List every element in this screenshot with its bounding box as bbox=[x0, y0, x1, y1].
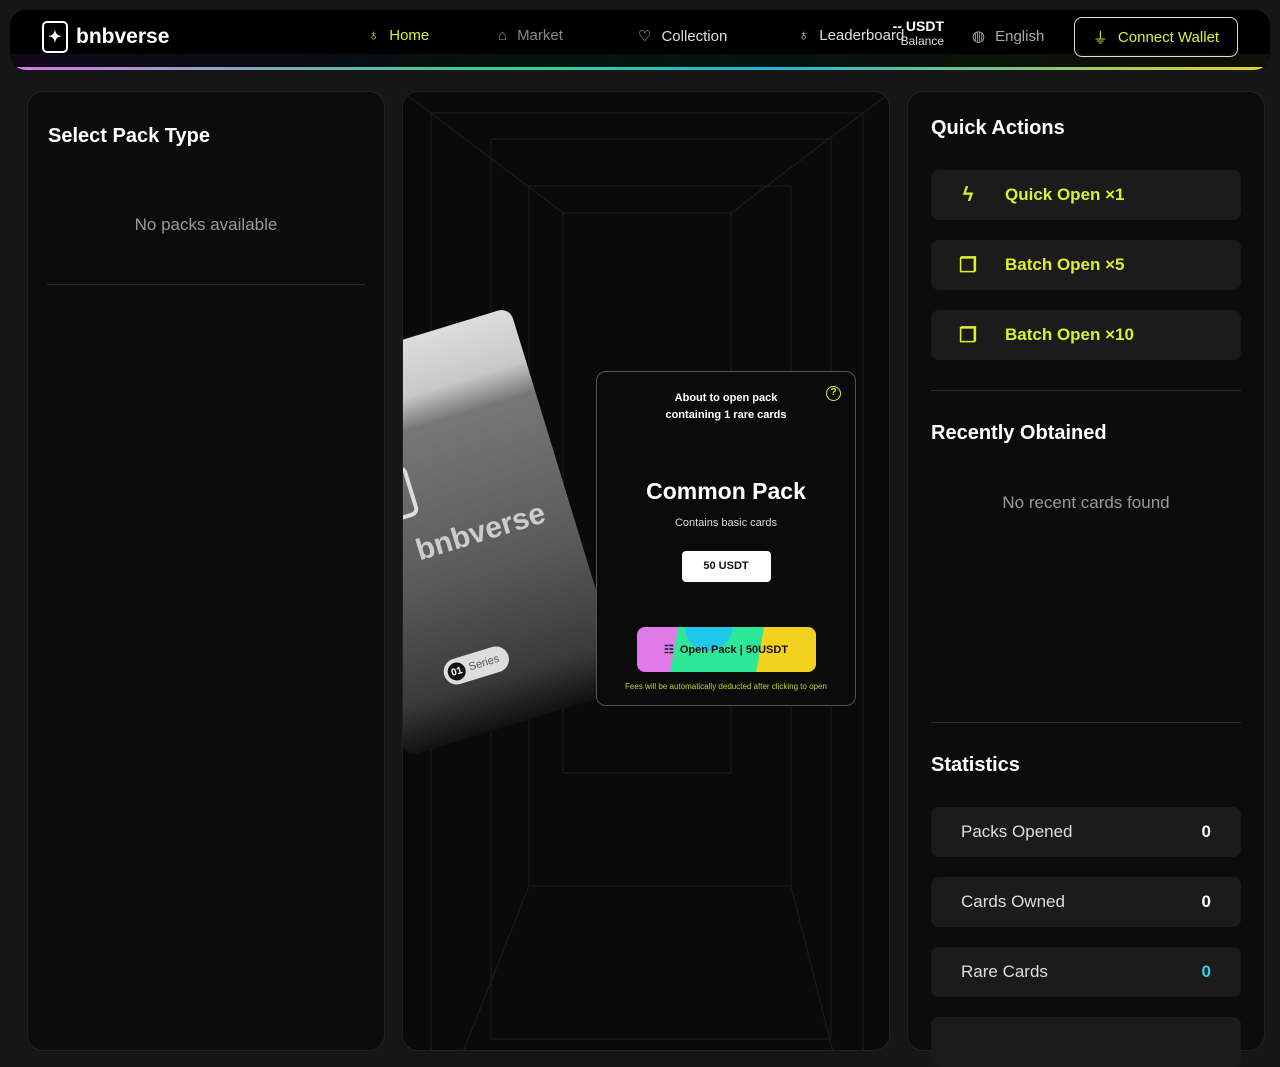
quick-actions-title: Quick Actions bbox=[931, 117, 1065, 139]
nav-label: Collection bbox=[661, 27, 728, 45]
series-label: Series bbox=[467, 652, 501, 674]
language-label: English bbox=[995, 27, 1045, 45]
recent-title: Recently Obtained bbox=[931, 422, 1107, 444]
about-text: About to open pack bbox=[674, 392, 778, 404]
open-pack-button[interactable]: ☷ Open Pack | 50USDT bbox=[636, 627, 816, 672]
balance-label: Balance bbox=[900, 34, 944, 48]
pack-info-card: ? About to open pack containing 1 rare ca… bbox=[596, 371, 856, 706]
claw-icon: ♁ bbox=[798, 27, 810, 44]
gate-icon: ☷ bbox=[663, 644, 674, 656]
nav-market[interactable]: ⌂ Market bbox=[498, 27, 563, 44]
stat-value: 0 bbox=[1201, 822, 1211, 841]
nav-home[interactable]: ♁ Home bbox=[368, 27, 429, 44]
stat-value: 0 bbox=[1201, 962, 1211, 981]
store-icon: ⌂ bbox=[498, 27, 508, 44]
nav-label: Home bbox=[389, 27, 430, 44]
pack-subtitle: Contains basic cards bbox=[674, 517, 778, 529]
pack-star-icon: ✦ bbox=[403, 464, 421, 528]
pack-title: Common Pack bbox=[646, 478, 806, 504]
pack-type-panel: Select Pack Type No packs available bbox=[27, 91, 385, 1051]
nav-collection[interactable]: ♡ Collection bbox=[638, 27, 728, 46]
stat-label: Rare Cards bbox=[961, 962, 1048, 981]
empty-packs-text: No packs available bbox=[134, 215, 278, 234]
stat-cards-owned: Cards Owned 0 bbox=[931, 877, 1241, 927]
about-text-2: containing 1 rare cards bbox=[665, 409, 787, 421]
top-nav: ✦ bnbverse ♁ Home ⌂ Market ♡ Collection ♁ Lea… bbox=[10, 10, 1270, 70]
logo-star-icon: ✦ bbox=[42, 21, 68, 53]
panel-title: Select Pack Type bbox=[48, 125, 210, 147]
batch-open-10-button[interactable]: ❐ Batch Open ×10 bbox=[931, 310, 1241, 360]
plug-icon: ⏚ bbox=[1092, 29, 1108, 47]
stat-label: Cards Owned bbox=[961, 892, 1065, 911]
open-pack-label: Open Pack | 50USDT bbox=[679, 643, 789, 656]
globe-icon: ◍ bbox=[972, 28, 986, 45]
brand-name: bnbverse bbox=[76, 25, 170, 48]
claw-icon: ♁ bbox=[368, 27, 380, 44]
fees-note: Fees will be automatically deducted afte… bbox=[625, 682, 827, 691]
series-badge: 01 Series bbox=[440, 643, 513, 688]
divider bbox=[931, 390, 1241, 391]
stat-extra bbox=[931, 1017, 1241, 1067]
pack-brand: bnbverse bbox=[412, 496, 550, 568]
connect-wallet-button[interactable]: ⏚ Connect Wallet bbox=[1074, 17, 1238, 57]
stat-rare-cards: Rare Cards 0 bbox=[931, 947, 1241, 997]
divider bbox=[47, 284, 365, 285]
cards-10-icon: ❐ bbox=[959, 324, 977, 347]
series-number: 01 bbox=[445, 660, 468, 683]
action-label: Quick Open ×1 bbox=[1005, 185, 1125, 204]
price-badge: 50 USDT bbox=[681, 551, 771, 582]
lightning-icon: ϟ bbox=[962, 183, 974, 206]
nav-label: Market bbox=[517, 27, 563, 44]
quick-open-1-button[interactable]: ϟ Quick Open ×1 bbox=[931, 170, 1241, 220]
wallet-label: Connect Wallet bbox=[1117, 28, 1220, 46]
brand-logo[interactable]: ✦ bnbverse bbox=[42, 21, 169, 53]
balance: -- USDT Balance bbox=[890, 19, 944, 49]
stat-packs-opened: Packs Opened 0 bbox=[931, 807, 1241, 857]
pack-opening-stage: ✦ bnbverse 01 Series ? About to open pack… bbox=[402, 91, 890, 1051]
statistics-title: Statistics bbox=[931, 754, 1020, 776]
sidebar-right: Quick Actions ϟ Quick Open ×1 ❐ Batch Open… bbox=[907, 91, 1265, 1067]
divider bbox=[931, 722, 1241, 723]
stat-value: 0 bbox=[1201, 892, 1211, 911]
action-label: Batch Open ×5 bbox=[1005, 255, 1125, 274]
stat-label: Packs Opened bbox=[961, 822, 1073, 841]
language-selector[interactable]: ◍ English bbox=[972, 27, 1045, 46]
heart-icon: ♡ bbox=[638, 28, 652, 45]
recent-empty-text: No recent cards found bbox=[1002, 493, 1170, 512]
help-icon[interactable]: ? bbox=[826, 386, 841, 401]
nav-leaderboard[interactable]: ♁ Leaderboard bbox=[798, 27, 904, 44]
action-label: Batch Open ×10 bbox=[1005, 325, 1134, 344]
balance-value: -- USDT bbox=[892, 18, 944, 34]
cards-icon: ❐ bbox=[959, 254, 977, 277]
batch-open-5-button[interactable]: ❐ Batch Open ×5 bbox=[931, 240, 1241, 290]
